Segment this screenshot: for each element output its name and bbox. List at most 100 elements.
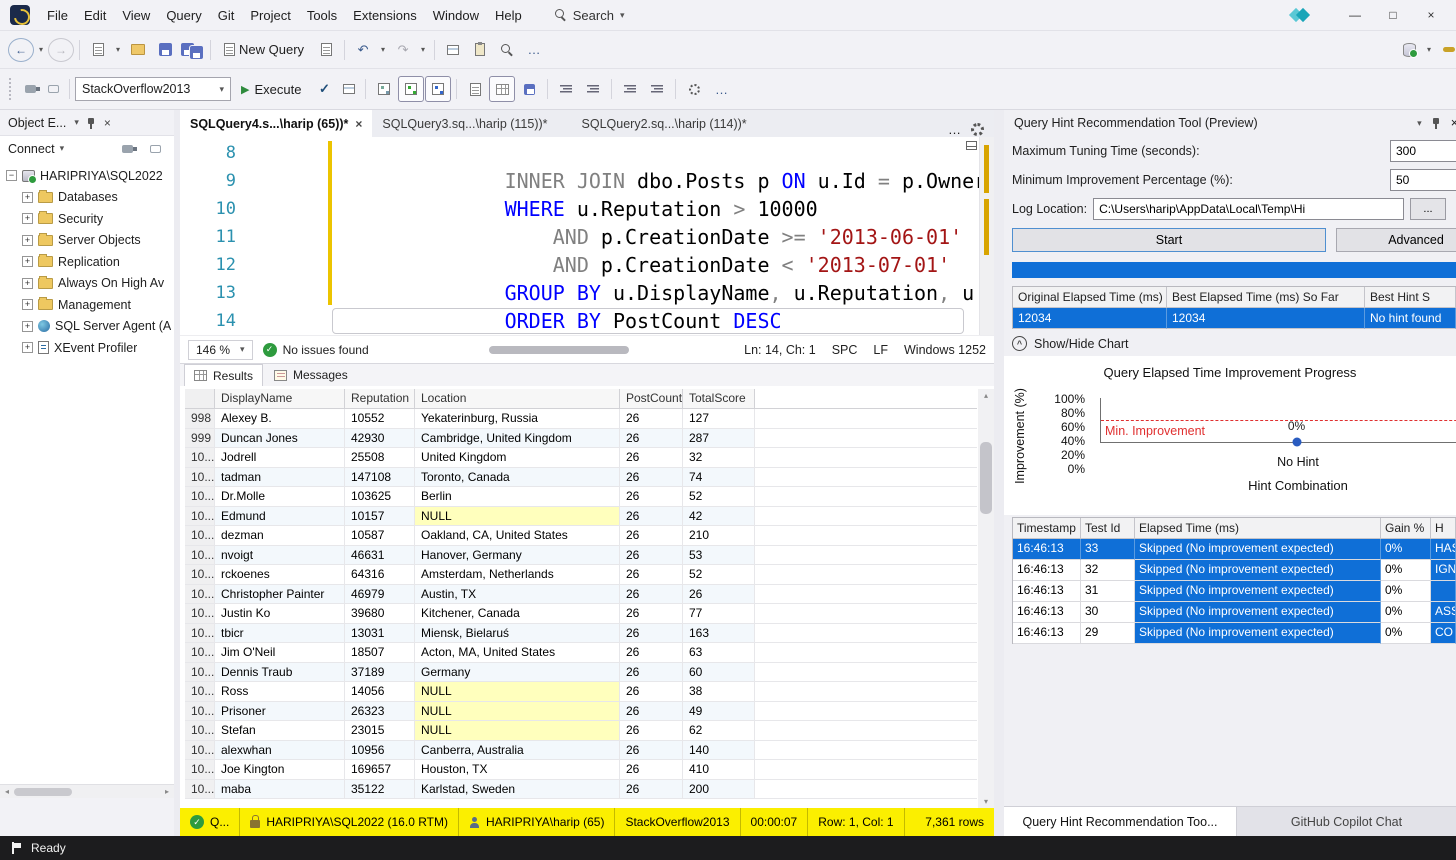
totalscore-cell[interactable]: 52: [683, 487, 755, 507]
menu-item[interactable]: Query: [158, 4, 209, 27]
elapsed-status-cell[interactable]: Skipped (No improvement expected): [1135, 560, 1381, 581]
postcount-cell[interactable]: 26: [620, 546, 683, 566]
postcount-cell[interactable]: 26: [620, 682, 683, 702]
navigate-forward-icon[interactable]: →: [48, 38, 74, 62]
menu-item[interactable]: View: [114, 4, 158, 27]
redo-icon[interactable]: ↷: [390, 37, 416, 63]
menu-item[interactable]: Extensions: [345, 4, 425, 27]
postcount-cell[interactable]: 26: [620, 663, 683, 683]
displayname-cell[interactable]: Jim O'Neil: [215, 643, 345, 663]
intellisense-icon[interactable]: [681, 76, 707, 102]
postcount-cell[interactable]: 26: [620, 468, 683, 488]
activity-monitor-icon[interactable]: [440, 37, 466, 63]
connect-database-icon[interactable]: [19, 78, 41, 100]
postcount-cell[interactable]: 26: [620, 487, 683, 507]
execute-button[interactable]: ▶ Execute: [232, 76, 310, 102]
advanced-button[interactable]: Advanced: [1336, 228, 1456, 252]
reputation-cell[interactable]: 37189: [345, 663, 415, 683]
tab-messages[interactable]: Messages: [265, 364, 357, 386]
totalscore-cell[interactable]: 77: [683, 604, 755, 624]
reputation-cell[interactable]: 23015: [345, 721, 415, 741]
displayname-cell[interactable]: Duncan Jones: [215, 429, 345, 449]
row-number-cell[interactable]: 10...: [185, 741, 215, 761]
log-row[interactable]: 16:46:13 30 Skipped (No improvement expe…: [1013, 602, 1456, 623]
save-all-icon[interactable]: [179, 37, 205, 63]
registered-servers-icon[interactable]: [1396, 37, 1422, 63]
location-cell[interactable]: Acton, MA, United States: [415, 643, 620, 663]
postcount-cell[interactable]: 26: [620, 760, 683, 780]
code-line[interactable]: 14: [180, 307, 994, 335]
testid-cell[interactable]: 29: [1081, 623, 1135, 644]
menu-item[interactable]: Window: [425, 4, 487, 27]
disconnect-icon[interactable]: [116, 138, 138, 160]
testid-cell[interactable]: 30: [1081, 602, 1135, 623]
totalscore-cell[interactable]: 74: [683, 468, 755, 488]
location-cell[interactable]: Toronto, Canada: [415, 468, 620, 488]
corner-cell[interactable]: [185, 389, 215, 409]
log-row[interactable]: 16:46:13 31 Skipped (No improvement expe…: [1013, 581, 1456, 602]
row-number-cell[interactable]: 10...: [185, 585, 215, 605]
tree-expander-icon[interactable]: −: [6, 170, 17, 181]
postcount-cell[interactable]: 26: [620, 702, 683, 722]
row-number-cell[interactable]: 10...: [185, 604, 215, 624]
row-number-cell[interactable]: 10...: [185, 565, 215, 585]
cancel-query-icon[interactable]: [338, 78, 360, 100]
hint-cell[interactable]: CO: [1431, 623, 1456, 644]
scroll-right-icon[interactable]: ▸: [160, 787, 174, 796]
displayname-cell[interactable]: tbicr: [215, 624, 345, 644]
chart-toggle[interactable]: ^ Show/Hide Chart: [1004, 331, 1456, 356]
reputation-cell[interactable]: 46631: [345, 546, 415, 566]
gain-cell[interactable]: 0%: [1381, 623, 1431, 644]
displayname-cell[interactable]: maba: [215, 780, 345, 800]
displayname-cell[interactable]: alexwhan: [215, 741, 345, 761]
row-number-cell[interactable]: 10...: [185, 546, 215, 566]
timestamp-cell[interactable]: 16:46:13: [1013, 539, 1081, 560]
close-button[interactable]: ×: [1412, 1, 1450, 29]
location-cell[interactable]: Yekaterinburg, Russia: [415, 409, 620, 429]
tree-expander-icon[interactable]: +: [22, 256, 33, 267]
reputation-cell[interactable]: 18507: [345, 643, 415, 663]
tree-item[interactable]: + Always On High Av: [0, 273, 174, 295]
postcount-cell[interactable]: 26: [620, 585, 683, 605]
testid-cell[interactable]: 32: [1081, 560, 1135, 581]
location-cell[interactable]: NULL: [415, 507, 620, 527]
postcount-cell[interactable]: 26: [620, 741, 683, 761]
menu-item[interactable]: Git: [210, 4, 243, 27]
location-cell[interactable]: NULL: [415, 721, 620, 741]
menu-item[interactable]: Help: [487, 4, 530, 27]
reputation-cell[interactable]: 10956: [345, 741, 415, 761]
row-number-cell[interactable]: 10...: [185, 702, 215, 722]
location-cell[interactable]: NULL: [415, 682, 620, 702]
reputation-cell[interactable]: 13031: [345, 624, 415, 644]
zoom-selector[interactable]: 146 % ▾: [188, 340, 253, 360]
tree-expander-icon[interactable]: +: [22, 321, 33, 332]
undo-icon[interactable]: ↶: [350, 37, 376, 63]
results-to-grid-icon[interactable]: [489, 76, 515, 102]
new-query-dropdown-icon[interactable]: ▾: [112, 37, 124, 63]
split-view-icon[interactable]: [966, 141, 977, 150]
displayname-cell[interactable]: Jodrell: [215, 448, 345, 468]
paste-icon[interactable]: [467, 37, 493, 63]
panel-splitter[interactable]: [994, 110, 1004, 836]
uncomment-selection-icon[interactable]: [580, 76, 606, 102]
log-location-input[interactable]: [1093, 198, 1404, 220]
displayname-cell[interactable]: Christopher Painter: [215, 585, 345, 605]
log-row[interactable]: 16:46:13 29 Skipped (No improvement expe…: [1013, 623, 1456, 644]
browse-button[interactable]: ...: [1410, 198, 1446, 220]
totalscore-cell[interactable]: 200: [683, 780, 755, 800]
column-header-reputation[interactable]: Reputation: [345, 389, 415, 409]
pin-panel-icon[interactable]: [87, 117, 96, 129]
timestamp-cell[interactable]: 16:46:13: [1013, 623, 1081, 644]
settings-gear-icon[interactable]: [971, 123, 984, 136]
tree-item[interactable]: + Security: [0, 208, 174, 230]
location-cell[interactable]: Berlin: [415, 487, 620, 507]
location-cell[interactable]: Germany: [415, 663, 620, 683]
reputation-cell[interactable]: 10157: [345, 507, 415, 527]
row-number-cell[interactable]: 10...: [185, 448, 215, 468]
postcount-cell[interactable]: 26: [620, 507, 683, 527]
location-cell[interactable]: Austin, TX: [415, 585, 620, 605]
gain-cell[interactable]: 0%: [1381, 602, 1431, 623]
navigate-back-dropdown-icon[interactable]: ▾: [35, 37, 47, 63]
document-tab[interactable]: SQLQuery4.s...\harip (65))* ×: [180, 110, 372, 137]
log-row[interactable]: 16:46:13 32 Skipped (No improvement expe…: [1013, 560, 1456, 581]
